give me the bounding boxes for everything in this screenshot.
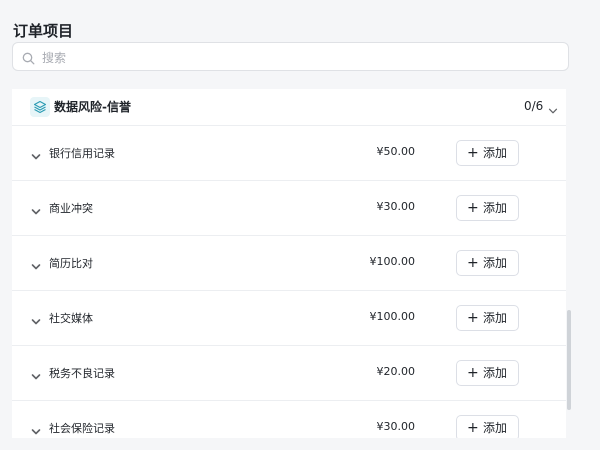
list-item: 简历比对 ¥100.00 + 添加 — [12, 236, 566, 291]
list-item: 商业冲突 ¥30.00 + 添加 — [12, 181, 566, 236]
add-button[interactable]: + 添加 — [456, 140, 519, 166]
page-title: 订单项目 — [13, 22, 74, 40]
item-name: 银行信用记录 — [49, 147, 115, 160]
plus-icon: + — [467, 255, 479, 271]
item-price: ¥100.00 — [369, 255, 416, 268]
layers-icon — [30, 97, 50, 117]
group-count: 0/6 — [524, 99, 544, 113]
item-name: 税务不良记录 — [49, 367, 115, 380]
plus-icon: + — [467, 365, 479, 381]
list-item: 社交媒体 ¥100.00 + 添加 — [12, 291, 566, 346]
expand-chevron-icon[interactable] — [30, 148, 42, 160]
item-price: ¥30.00 — [376, 420, 416, 433]
add-button[interactable]: + 添加 — [456, 415, 519, 438]
chevron-down-icon[interactable] — [548, 101, 558, 114]
add-button-label: 添加 — [483, 256, 508, 270]
item-price: ¥20.00 — [376, 365, 416, 378]
expand-chevron-icon[interactable] — [30, 258, 42, 270]
add-button[interactable]: + 添加 — [456, 195, 519, 221]
expand-chevron-icon[interactable] — [30, 368, 42, 380]
item-name: 社会保险记录 — [49, 422, 115, 435]
list-item: 税务不良记录 ¥20.00 + 添加 — [12, 346, 566, 401]
group-name: 数据风险-信誉 — [54, 100, 131, 114]
item-name: 简历比对 — [49, 257, 93, 270]
group-header[interactable]: 数据风险-信誉 0/6 — [12, 89, 566, 126]
search-box[interactable] — [12, 42, 569, 71]
add-button-label: 添加 — [483, 366, 508, 380]
add-button-label: 添加 — [483, 146, 508, 160]
search-icon — [22, 50, 35, 65]
list-item: 银行信用记录 ¥50.00 + 添加 — [12, 126, 566, 181]
add-button-label: 添加 — [483, 201, 508, 215]
search-input[interactable] — [40, 47, 564, 69]
list-item: 社会保险记录 ¥30.00 + 添加 — [12, 401, 566, 438]
plus-icon: + — [467, 310, 479, 326]
plus-icon: + — [467, 200, 479, 216]
expand-chevron-icon[interactable] — [30, 313, 42, 325]
plus-icon: + — [467, 420, 479, 436]
item-price: ¥50.00 — [376, 145, 416, 158]
add-button[interactable]: + 添加 — [456, 305, 519, 331]
expand-chevron-icon[interactable] — [30, 203, 42, 215]
item-name: 商业冲突 — [49, 202, 93, 215]
item-price: ¥30.00 — [376, 200, 416, 213]
scrollbar-thumb[interactable] — [567, 310, 571, 410]
order-items-panel: 数据风险-信誉 0/6 银行信用记录 ¥50.00 + 添加 商业冲突 ¥30.… — [12, 89, 566, 438]
item-price: ¥100.00 — [369, 310, 416, 323]
add-button-label: 添加 — [483, 421, 508, 435]
item-name: 社交媒体 — [49, 312, 93, 325]
add-button[interactable]: + 添加 — [456, 360, 519, 386]
add-button-label: 添加 — [483, 311, 508, 325]
add-button[interactable]: + 添加 — [456, 250, 519, 276]
expand-chevron-icon[interactable] — [30, 423, 42, 435]
plus-icon: + — [467, 145, 479, 161]
